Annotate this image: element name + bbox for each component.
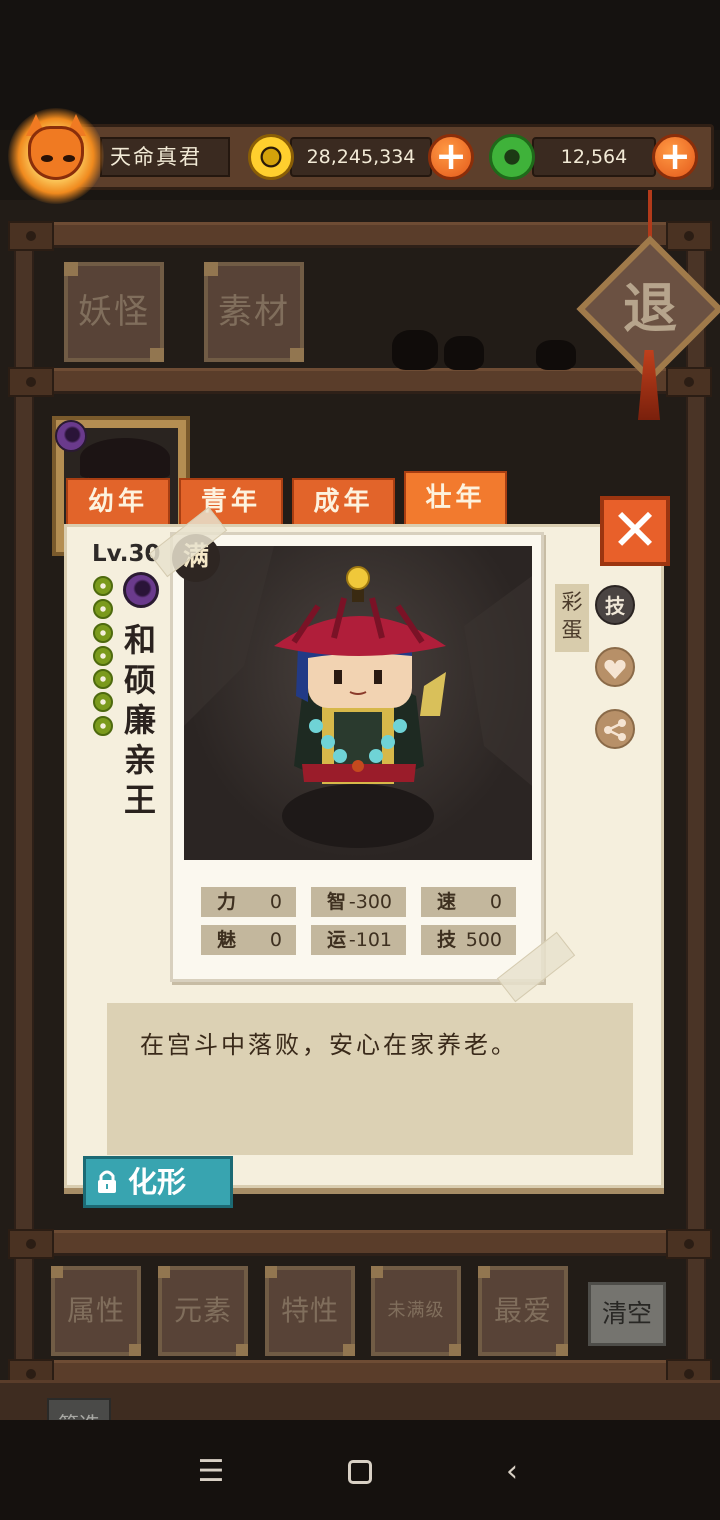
tab-adult[interactable]: 成年 <box>292 478 395 526</box>
jade-coin-icon <box>489 134 535 180</box>
shelf-beam-upper <box>8 367 712 397</box>
tab-prime[interactable]: 壮年 <box>404 471 507 527</box>
dark-element-icon <box>55 420 87 452</box>
character-name-char: 廉 <box>123 701 156 739</box>
filter-element[interactable]: 元素 <box>158 1266 248 1356</box>
shelf-beam-lower <box>8 1229 712 1259</box>
player-name: 天命真君 <box>100 137 230 177</box>
jade-count: 12,564 <box>532 137 656 177</box>
monster-silhouette <box>444 336 484 370</box>
level-star-icon <box>93 622 113 643</box>
shelf-beam-top <box>8 221 712 251</box>
menu-icon[interactable]: ☰ <box>191 1452 231 1492</box>
category-yokai[interactable]: 妖怪 <box>64 262 164 362</box>
tab-childhood[interactable]: 幼年 <box>66 478 170 526</box>
level-stars <box>93 576 113 739</box>
stat-luck: 运 -101 <box>311 925 406 955</box>
stat-charm: 魅0 <box>201 925 296 955</box>
character-name: 和硕廉亲王 <box>120 620 160 820</box>
transform-label: 化形 <box>128 1165 187 1199</box>
add-jade-button[interactable]: + <box>652 134 698 180</box>
filter-attribute[interactable]: 属性 <box>51 1266 141 1356</box>
lock-icon <box>98 1170 116 1193</box>
level-star-icon <box>93 599 113 620</box>
character-name-char: 和 <box>123 621 156 659</box>
stat-intelligence: 智 -300 <box>311 887 406 917</box>
category-materials[interactable]: 素材 <box>204 262 304 362</box>
close-icon[interactable]: ✕ <box>600 496 670 566</box>
skill-button[interactable]: 技 <box>595 585 635 625</box>
level-star-icon <box>93 576 113 596</box>
filter-trait[interactable]: 特性 <box>265 1266 355 1356</box>
level-star-icon <box>93 645 113 666</box>
gold-coin-icon <box>248 134 294 180</box>
shelf-post-right <box>686 230 706 1390</box>
clear-button[interactable]: 清空 <box>588 1282 666 1346</box>
add-coins-button[interactable]: + <box>428 134 474 180</box>
stat-skill: 技 500 <box>421 925 516 955</box>
official-character-illustration <box>184 546 532 848</box>
character-description: 在宫斗中落败，安心在家养老。 <box>140 1031 518 1059</box>
level-star-icon <box>93 692 113 713</box>
stat-speed: 速0 <box>421 887 516 917</box>
dark-element-icon <box>123 572 159 608</box>
character-portrait <box>184 546 532 860</box>
easter-egg-label: 彩蛋 <box>561 590 583 642</box>
filter-not-max-level[interactable]: 未满级 <box>371 1266 461 1356</box>
monster-silhouette <box>392 330 438 370</box>
heart-icon[interactable] <box>595 647 635 687</box>
filter-favorite[interactable]: 最爱 <box>478 1266 568 1356</box>
exit-label: 退 <box>623 277 677 340</box>
fox-mask-icon[interactable] <box>8 108 104 204</box>
character-name-char: 硕 <box>123 661 156 699</box>
coin-count: 28,245,334 <box>290 137 432 177</box>
home-icon[interactable] <box>340 1452 380 1492</box>
stat-strength: 力0 <box>201 887 296 917</box>
character-name-char: 王 <box>123 781 156 819</box>
monster-silhouette <box>536 340 576 370</box>
easter-egg-button[interactable]: 彩蛋 <box>555 584 589 652</box>
level-star-icon <box>93 715 113 736</box>
character-name-char: 亲 <box>123 741 156 779</box>
top-background <box>0 0 720 130</box>
share-icon[interactable] <box>595 709 635 749</box>
back-icon[interactable]: ‹ <box>492 1452 532 1492</box>
level-star-icon <box>93 669 113 690</box>
shelf-post-left <box>14 230 34 1390</box>
